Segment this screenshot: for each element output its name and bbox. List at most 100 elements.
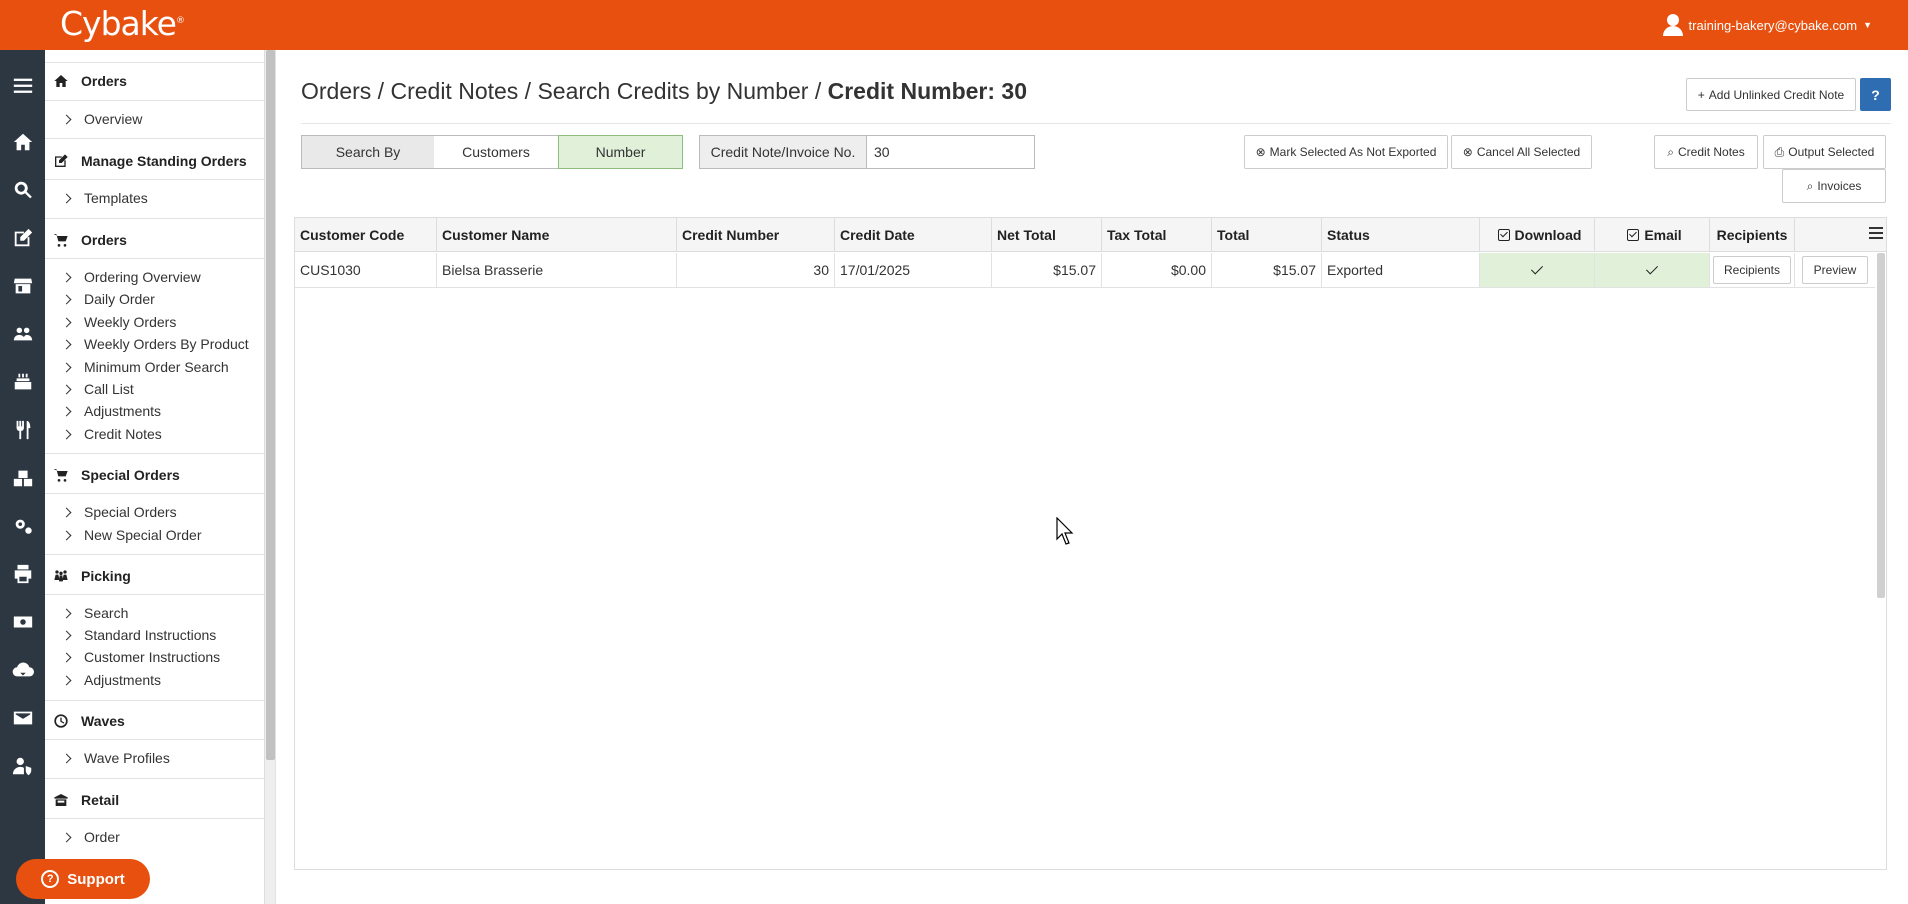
sidebar-section-waves[interactable]: Waves xyxy=(45,711,264,731)
cake-icon[interactable] xyxy=(0,364,45,400)
tab-customers[interactable]: Customers xyxy=(434,135,559,169)
cell-download[interactable] xyxy=(1480,253,1595,288)
store-icon[interactable] xyxy=(0,268,45,304)
sidebar-section-picking[interactable]: Picking xyxy=(45,566,264,586)
sidebar-scrollbar-thumb[interactable] xyxy=(266,50,275,760)
tab-number[interactable]: Number xyxy=(558,135,683,169)
clock-icon xyxy=(51,711,71,731)
cell-recipients: Recipients xyxy=(1710,253,1795,288)
sidebar-item-ordering-overview[interactable]: Ordering Overview xyxy=(61,269,201,285)
cutlery-icon[interactable] xyxy=(0,412,45,448)
sidebar-item-weekly-orders-by-product[interactable]: Weekly Orders By Product xyxy=(61,336,249,352)
user-menu[interactable]: training-bakery@cybake.com ▼ xyxy=(1662,14,1872,36)
sidebar-item-new-special-order[interactable]: New Special Order xyxy=(61,527,202,543)
add-unlinked-credit-note-button[interactable]: + Add Unlinked Credit Note xyxy=(1686,78,1856,111)
settings-icon[interactable] xyxy=(0,508,45,544)
sidebar-section-orders[interactable]: Orders xyxy=(45,71,264,91)
help-button[interactable]: ? xyxy=(1860,78,1891,111)
recipients-button[interactable]: Recipients xyxy=(1713,256,1791,284)
cell-credit-date: 17/01/2025 xyxy=(835,253,992,288)
breadcrumb-path[interactable]: Orders / Credit Notes / Search Credits b… xyxy=(301,78,828,104)
printer-icon[interactable] xyxy=(0,556,45,592)
column-credit-date[interactable]: Credit Date xyxy=(835,218,992,252)
column-recipients[interactable]: Recipients xyxy=(1710,218,1795,252)
sidebar-item-templates[interactable]: Templates xyxy=(61,190,148,206)
boxes-icon[interactable] xyxy=(0,460,45,496)
hamburger-icon[interactable] xyxy=(0,68,45,104)
cancel-all-selected-button[interactable]: ⊗ Cancel All Selected xyxy=(1451,135,1592,169)
column-status[interactable]: Status xyxy=(1322,218,1480,252)
column-tax-total[interactable]: Tax Total xyxy=(1102,218,1212,252)
home-icon[interactable] xyxy=(0,124,45,160)
sidebar-item-search[interactable]: Search xyxy=(61,605,128,621)
cell-status: Exported xyxy=(1322,253,1480,288)
search-icon[interactable] xyxy=(0,172,45,208)
sidebar-section-orders-2[interactable]: Orders xyxy=(45,230,264,250)
sidebar-item-special-orders[interactable]: Special Orders xyxy=(61,504,177,520)
sidebar-section-title: Special Orders xyxy=(81,467,180,483)
table-scrollbar[interactable] xyxy=(1877,253,1885,598)
cell-preview: Preview xyxy=(1795,253,1875,288)
sidebar-section-retail[interactable]: Retail xyxy=(45,790,264,810)
cart-icon xyxy=(51,230,71,250)
preview-button[interactable]: Preview xyxy=(1802,256,1868,284)
sidebar-item-customer-instructions[interactable]: Customer Instructions xyxy=(61,649,220,665)
search-icon: ⌕ xyxy=(1806,178,1814,193)
column-credit-number[interactable]: Credit Number xyxy=(677,218,835,252)
check-icon xyxy=(1530,261,1544,275)
cell-customer-code: CUS1030 xyxy=(295,253,437,288)
column-customer-code[interactable]: Customer Code xyxy=(295,218,437,252)
sidebar-item-credit-notes[interactable]: Credit Notes xyxy=(61,426,162,442)
sidebar: Orders Overview Manage Standing Orders T… xyxy=(45,50,265,904)
sidebar-section-title: Manage Standing Orders xyxy=(81,153,247,169)
sidebar-section-special-orders[interactable]: Special Orders xyxy=(45,465,264,485)
column-total[interactable]: Total xyxy=(1212,218,1322,252)
search-icon: ⌕ xyxy=(1667,144,1675,159)
credit-note-number-input[interactable] xyxy=(866,135,1035,169)
sidebar-section-title: Waves xyxy=(81,713,125,729)
column-menu-icon[interactable] xyxy=(1869,227,1883,241)
breadcrumb: Orders / Credit Notes / Search Credits b… xyxy=(301,78,1027,105)
sidebar-item-call-list[interactable]: Call List xyxy=(61,381,134,397)
user-shield-icon[interactable] xyxy=(0,748,45,784)
credit-note-invoice-label: Credit Note/Invoice No. xyxy=(699,135,867,169)
help-circle-icon: ? xyxy=(41,870,60,888)
output-selected-button[interactable]: ⎙ Output Selected xyxy=(1763,135,1886,169)
cancel-circle-icon: ⊗ xyxy=(1462,145,1473,159)
search-by-label: Search By xyxy=(301,135,435,169)
mark-not-exported-button[interactable]: ⊗ Mark Selected As Not Exported xyxy=(1244,135,1448,169)
sidebar-item-minimum-order-search[interactable]: Minimum Order Search xyxy=(61,359,229,375)
retail-icon xyxy=(51,790,71,810)
credit-notes-button[interactable]: ⌕ Credit Notes xyxy=(1654,135,1758,169)
edit-icon[interactable] xyxy=(0,220,45,256)
cloud-download-icon[interactable] xyxy=(0,652,45,688)
top-bar: Cybake® training-bakery@cybake.com ▼ xyxy=(0,0,1908,50)
sidebar-item-wave-profiles[interactable]: Wave Profiles xyxy=(61,750,170,766)
cell-net-total: $15.07 xyxy=(992,253,1102,288)
column-email[interactable]: Email xyxy=(1595,218,1710,252)
cell-email[interactable] xyxy=(1595,253,1710,288)
money-icon[interactable] xyxy=(0,604,45,640)
envelope-icon[interactable] xyxy=(0,700,45,736)
sidebar-item-adjustments[interactable]: Adjustments xyxy=(61,403,161,419)
sidebar-section-manage-standing-orders[interactable]: Manage Standing Orders xyxy=(45,151,264,171)
column-net-total[interactable]: Net Total xyxy=(992,218,1102,252)
sidebar-item-overview[interactable]: Overview xyxy=(61,111,142,127)
mouse-cursor-icon xyxy=(1056,517,1074,545)
sidebar-item-order[interactable]: Order xyxy=(61,829,120,845)
checkbox-icon[interactable] xyxy=(1497,229,1510,241)
column-download[interactable]: Download xyxy=(1480,218,1595,252)
support-button[interactable]: ? Support xyxy=(16,859,150,899)
sidebar-item-weekly-orders[interactable]: Weekly Orders xyxy=(61,314,176,330)
cybake-logo[interactable]: Cybake® xyxy=(60,4,185,43)
sidebar-item-picking-adjustments[interactable]: Adjustments xyxy=(61,672,161,688)
column-customer-name[interactable]: Customer Name xyxy=(437,218,677,252)
checkbox-icon[interactable] xyxy=(1627,229,1640,241)
cancel-circle-icon: ⊗ xyxy=(1255,145,1266,159)
users-icon[interactable] xyxy=(0,316,45,352)
cell-customer-name: Bielsa Brasserie xyxy=(437,253,677,288)
invoices-button[interactable]: ⌕ Invoices xyxy=(1782,169,1886,203)
cell-total: $15.07 xyxy=(1212,253,1322,288)
sidebar-item-daily-order[interactable]: Daily Order xyxy=(61,291,155,307)
sidebar-item-standard-instructions[interactable]: Standard Instructions xyxy=(61,627,216,643)
